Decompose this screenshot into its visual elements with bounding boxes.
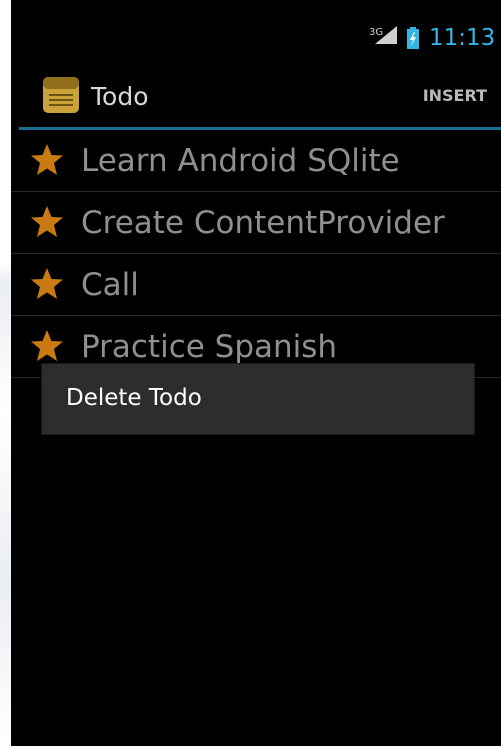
phone-screen: 3G 11:13 Todo INSERT Learn Android SQlit… [11, 0, 501, 746]
list-item[interactable]: Create ContentProvider [11, 192, 501, 254]
app-title: Todo [91, 82, 149, 111]
todo-label: Call [81, 267, 139, 303]
todo-list: Learn Android SQlite Create ContentProvi… [11, 130, 501, 378]
status-clock: 11:13 [429, 25, 496, 51]
todo-label: Learn Android SQlite [81, 143, 400, 179]
menu-item-label: Delete Todo [66, 385, 202, 411]
todo-label: Create ContentProvider [81, 205, 445, 241]
action-bar: Todo INSERT [11, 68, 501, 128]
notepad-icon[interactable] [42, 76, 80, 114]
list-item[interactable]: Learn Android SQlite [11, 130, 501, 192]
list-item[interactable]: Call [11, 254, 501, 316]
delete-todo-menu-item[interactable]: Delete Todo [42, 364, 474, 434]
signal-icon [375, 26, 397, 44]
star-icon [31, 206, 63, 237]
battery-charging-icon [407, 27, 419, 49]
insert-button[interactable]: INSERT [423, 86, 487, 105]
status-bar: 3G 11:13 [11, 0, 501, 60]
star-icon [31, 268, 63, 299]
todo-label: Practice Spanish [81, 329, 338, 365]
context-menu: Delete Todo [42, 364, 474, 434]
star-icon [31, 330, 63, 361]
star-icon [31, 144, 63, 175]
